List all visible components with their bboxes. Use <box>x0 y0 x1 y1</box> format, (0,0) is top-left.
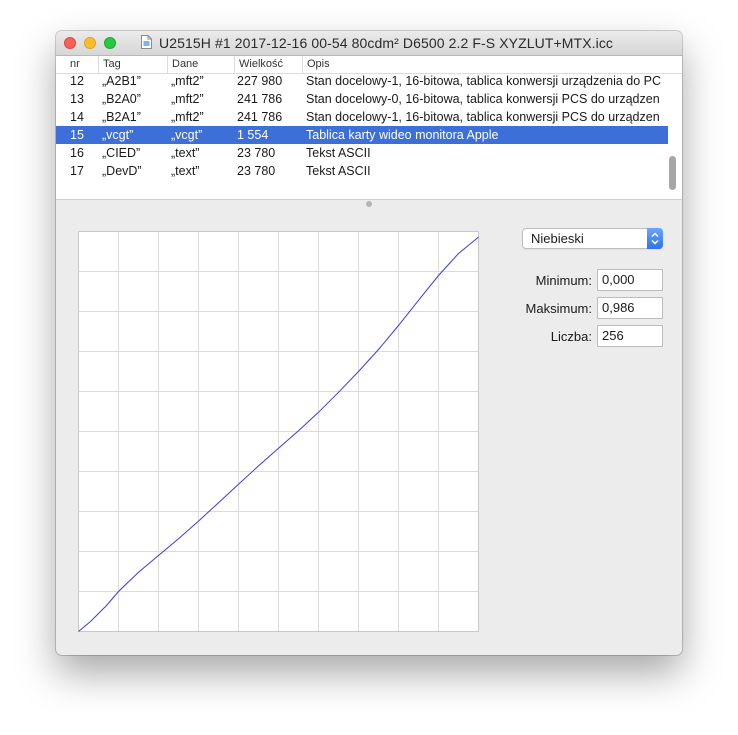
column-header-tag[interactable]: Tag <box>98 56 167 73</box>
column-header-nr[interactable]: nr <box>56 56 102 73</box>
split-view-handle[interactable] <box>366 201 372 207</box>
maximum-field[interactable]: 0,986 <box>597 297 663 319</box>
minimum-field[interactable]: 0,000 <box>597 269 663 291</box>
cell-size: 241 786 <box>237 92 283 106</box>
curve-chart <box>78 231 479 632</box>
document-icon <box>141 35 152 49</box>
tag-table: 11„A2B0”„mft2”227 980Stan docelowy-0, 16… <box>56 56 682 200</box>
close-button[interactable] <box>64 37 76 49</box>
minimum-label: Minimum: <box>535 273 592 288</box>
cell-size: 1 554 <box>237 128 269 142</box>
table-row[interactable]: 16 „CIED” „text” 23 780 Tekst ASCII <box>56 144 668 162</box>
cell-opis: Stan docelowy-0, 16-bitowa, tablica konw… <box>306 92 660 106</box>
title-bar[interactable]: U2515H #1 2017-12-16 00-54 80cdm² D6500 … <box>56 31 682 56</box>
channel-select-value: Niebieski <box>531 231 584 246</box>
cell-tag: „A2B1” <box>102 74 141 88</box>
column-header-wielkosc[interactable]: Wielkość <box>234 56 302 73</box>
cell-tag: „vcgt” <box>102 128 134 142</box>
cell-dane: „text” <box>171 146 200 160</box>
cell-size: 23 780 <box>237 146 276 160</box>
column-header-opis[interactable]: Opis <box>302 56 668 73</box>
column-header-dane[interactable]: Dane <box>167 56 234 73</box>
table-row[interactable]: 15 „vcgt” „vcgt” 1 554 Tablica karty wideo m… <box>56 126 668 144</box>
minimize-button[interactable] <box>84 37 96 49</box>
cell-opis: Stan docelowy-1, 16-bitowa, tablica konw… <box>306 74 662 88</box>
cell-dane: „mft2” <box>171 110 204 124</box>
table-row[interactable]: 17 „DevD” „text” 23 780 Tekst ASCII <box>56 162 668 180</box>
cell-size: 227 980 <box>237 74 283 88</box>
table-header: nr Tag Dane Wielkość Opis <box>56 56 682 74</box>
cell-opis: Tekst ASCII <box>306 146 371 160</box>
table-scrollbar[interactable] <box>669 156 676 190</box>
select-arrows-icon <box>647 228 663 249</box>
cell-tag: „CIED” <box>102 146 141 160</box>
cell-dane: „mft2” <box>171 74 204 88</box>
window-title: U2515H #1 2017-12-16 00-54 80cdm² D6500 … <box>159 35 614 51</box>
cell-dane: „vcgt” <box>171 128 203 142</box>
cell-size: 241 786 <box>237 110 283 124</box>
cell-opis: Stan docelowy-1, 16-bitowa, tablica konw… <box>306 110 660 124</box>
cell-size: 23 780 <box>237 164 276 178</box>
count-label: Liczba: <box>550 329 592 344</box>
table-row[interactable]: 12 „A2B1” „mft2” 227 980 Stan docelowy-1, 16… <box>56 72 668 90</box>
channel-select[interactable]: Niebieski <box>522 228 663 249</box>
cell-dane: „mft2” <box>171 92 204 106</box>
table-row[interactable]: 14 „B2A1” „mft2” 241 786 Stan docelowy-1, 16… <box>56 108 668 126</box>
count-field[interactable]: 256 <box>597 325 663 347</box>
cell-tag: „DevD” <box>102 164 142 178</box>
table-row[interactable]: 13 „B2A0” „mft2” 241 786 Stan docelowy-0, 16… <box>56 90 668 108</box>
cell-tag: „B2A0” <box>102 92 141 106</box>
zoom-button[interactable] <box>104 37 116 49</box>
cell-opis: Tekst ASCII <box>306 164 371 178</box>
cell-dane: „text” <box>171 164 200 178</box>
cell-opis: Tablica karty wideo monitora Apple <box>306 128 499 142</box>
window: U2515H #1 2017-12-16 00-54 80cdm² D6500 … <box>56 31 682 655</box>
tag-table-body: 11„A2B0”„mft2”227 980Stan docelowy-0, 16… <box>56 56 668 180</box>
maximum-label: Maksimum: <box>525 301 592 316</box>
cell-tag: „B2A1” <box>102 110 141 124</box>
